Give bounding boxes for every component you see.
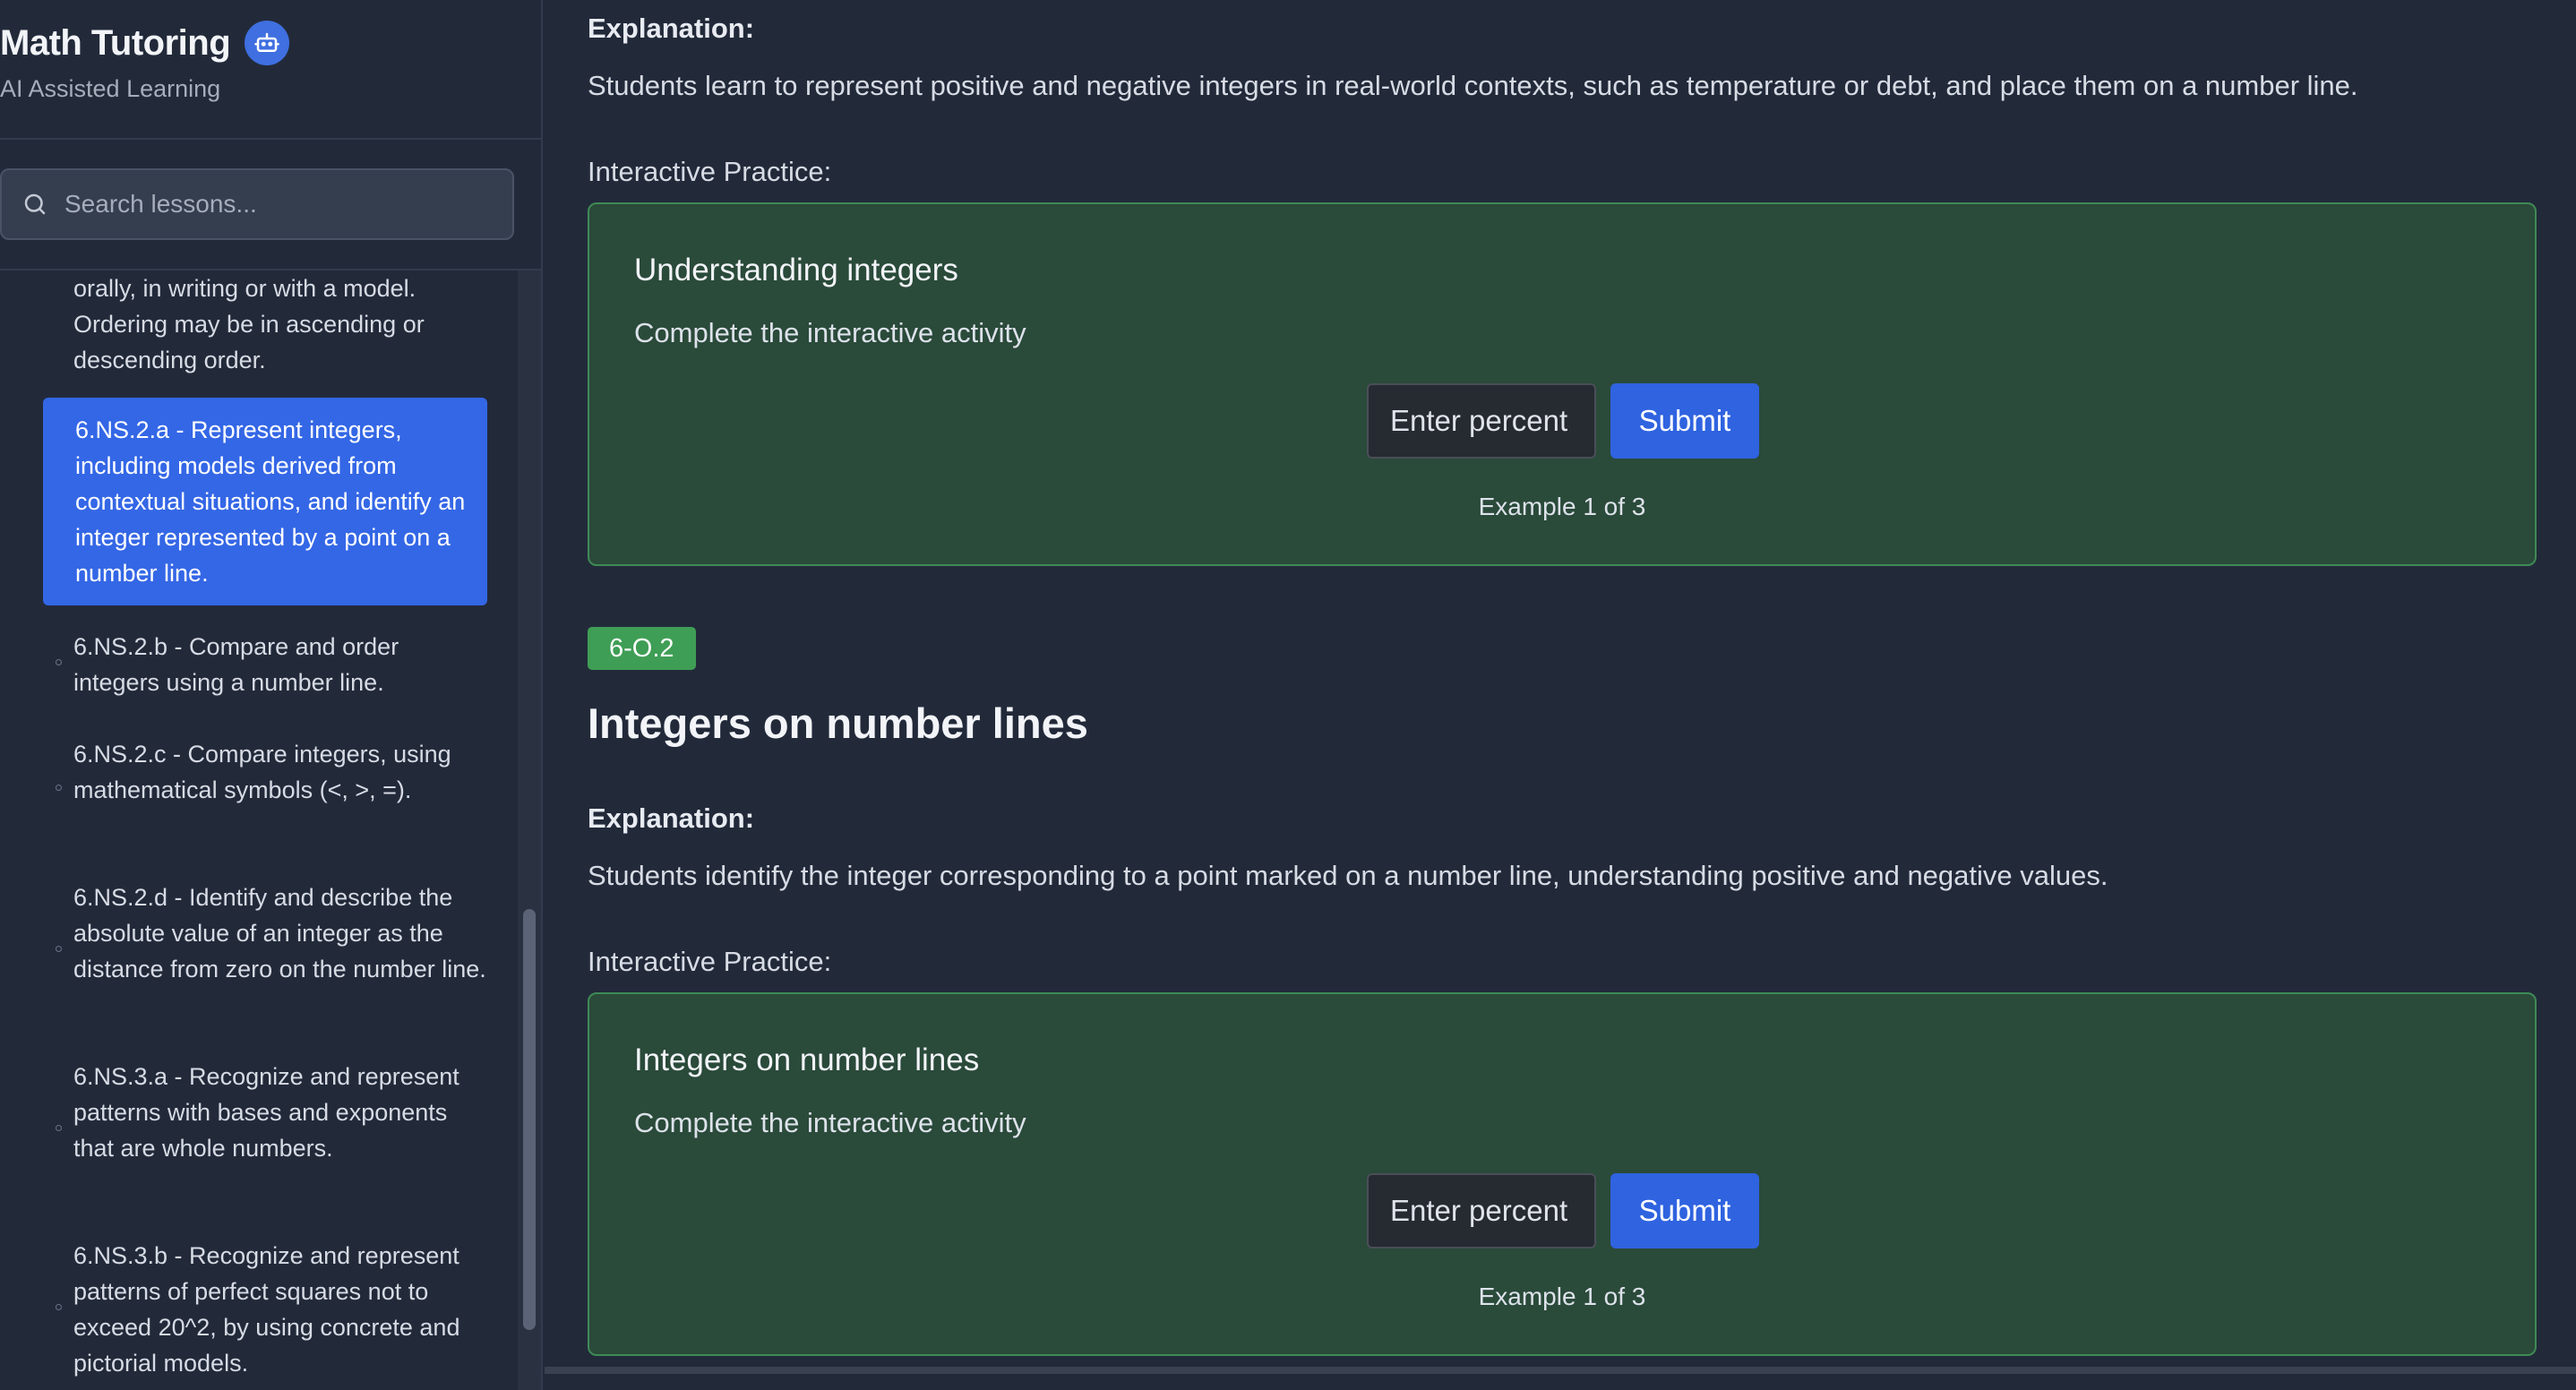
standard-tag: 6-O.2 (588, 627, 696, 670)
submit-button[interactable]: Submit (1610, 1173, 1759, 1248)
example-counter: Example 1 of 3 (1478, 1283, 1646, 1310)
app-subtitle: AI Assisted Learning (0, 75, 221, 102)
lesson-label: 6.NS.2.d - Identify and describe the abs… (73, 884, 486, 982)
lesson-label: 6.NS.3.b - Recognize and represent patte… (73, 1242, 460, 1377)
card-subtitle: Complete the interactive activity (634, 317, 1026, 348)
explanation-label: Explanation: (588, 13, 755, 44)
divider (0, 138, 541, 140)
horizontal-scrollbar[interactable] (545, 1367, 2576, 1374)
lesson-item[interactable]: 6.NS.3.a - Recognize and represent patte… (43, 1059, 487, 1166)
practice-card: Integers on number lines Complete the in… (588, 992, 2537, 1356)
practice-label: Interactive Practice: (588, 156, 832, 187)
brand: Math Tutoring (0, 16, 290, 70)
lesson-item[interactable]: orally, in writing or with a model. Orde… (43, 270, 487, 378)
lesson-label: orally, in writing or with a model. Orde… (73, 275, 425, 373)
search-input[interactable] (63, 189, 496, 219)
bullet-icon (56, 1125, 62, 1131)
lesson-item[interactable]: 6.NS.2.b - Compare and order integers us… (43, 629, 487, 700)
answer-input[interactable] (1367, 1173, 1596, 1248)
lesson-list: orally, in writing or with a model. Orde… (0, 270, 518, 1390)
practice-card: Understanding integers Complete the inte… (588, 202, 2537, 566)
submit-button[interactable]: Submit (1610, 383, 1759, 459)
robot-icon[interactable] (245, 21, 290, 65)
lesson-label: 6.NS.3.a - Recognize and represent patte… (73, 1063, 459, 1162)
example-counter: Example 1 of 3 (1478, 493, 1646, 520)
sidebar: Math Tutoring AI Assisted Learning orall… (0, 0, 543, 1390)
app-title: Math Tutoring (0, 22, 231, 63)
lesson-item[interactable]: 6.NS.3.b - Recognize and represent patte… (43, 1238, 487, 1381)
card-title: Integers on number lines (634, 1042, 980, 1077)
bullet-icon (56, 946, 62, 952)
practice-label: Interactive Practice: (588, 946, 832, 977)
explanation-text: Students identify the integer correspond… (588, 860, 2108, 891)
lesson-item-active[interactable]: 6.NS.2.a - Represent integers, including… (43, 398, 487, 605)
answer-input[interactable] (1367, 383, 1596, 459)
explanation-text: Students learn to represent positive and… (588, 70, 2358, 101)
lesson-item[interactable]: 6.NS.2.c - Compare integers, using mathe… (43, 736, 487, 808)
search-icon (20, 189, 50, 219)
bullet-icon (56, 659, 62, 665)
bullet-icon (56, 785, 62, 791)
search-box[interactable] (0, 168, 514, 240)
sidebar-scrollbar-thumb[interactable] (523, 909, 536, 1330)
lesson-label: 6.NS.2.c - Compare integers, using mathe… (73, 741, 451, 803)
explanation-label: Explanation: (588, 802, 755, 834)
lesson-label: 6.NS.2.b - Compare and order integers us… (73, 633, 399, 696)
lesson-label: 6.NS.2.a - Represent integers, including… (75, 416, 466, 587)
card-title: Understanding integers (634, 253, 958, 287)
bullet-icon (56, 1304, 62, 1310)
lesson-item[interactable]: 6.NS.2.d - Identify and describe the abs… (43, 879, 487, 987)
card-subtitle: Complete the interactive activity (634, 1107, 1026, 1138)
section-title: Integers on number lines (588, 699, 1088, 747)
